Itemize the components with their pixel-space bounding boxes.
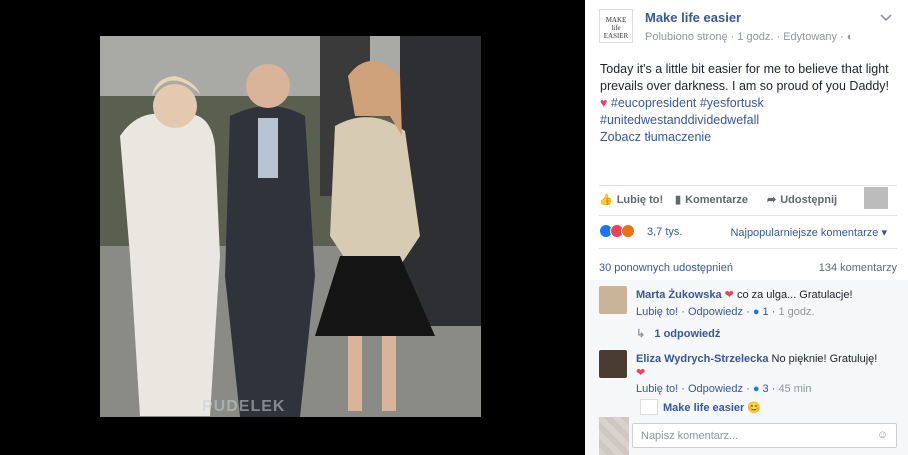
hashtags-line-2[interactable]: #unitedwestanddividedwefall (600, 113, 759, 127)
comment-meta: Lubię to! · Odpowiedz · ● 1 · 1 godz. (636, 306, 815, 318)
emoji-icon: 😊 (747, 402, 762, 414)
comment-sort-dropdown[interactable]: Najpopularniejsze komentarze ▾ (730, 226, 887, 239)
comments-count: 134 komentarzy (818, 262, 897, 274)
post-body: Today it's a little bit easier for me to… (600, 61, 900, 146)
watermark: PUDELEK (202, 398, 286, 415)
comment-input-placeholder: Napisz komentarz... (641, 430, 739, 442)
reply-preview: Make life easier 😊 (663, 401, 761, 415)
page-avatar[interactable] (640, 399, 658, 415)
comment-text: No pięknie! Gratuluję! (771, 353, 878, 365)
shares-count[interactable]: 30 ponownych udostępnień (599, 262, 733, 274)
angry-reaction-icon (621, 224, 635, 238)
see-translation-link[interactable]: Zobacz tłumaczenie (600, 130, 711, 144)
hashtags-line-1[interactable]: #eucopresident #yesfortusk (611, 96, 764, 110)
page-logo-text: MAKE life EASIER (603, 16, 629, 40)
globe-icon: ◐ (846, 31, 854, 43)
reply-author[interactable]: Make life easier (663, 402, 744, 414)
heart-icon: ❤ (636, 367, 646, 379)
divider (599, 248, 897, 249)
comment-reply-link[interactable]: Odpowiedz (688, 383, 743, 395)
comments-section: Marta Żukowska ❤ co za ulga... Gratulacj… (585, 280, 908, 455)
divider (599, 185, 897, 186)
post-meta: Polubiono stronę · 1 godz. · Edytowany ·… (645, 31, 853, 43)
sort-caret-icon: ▾ (881, 227, 887, 239)
speech-bubble-icon: ▮ (675, 194, 682, 206)
post-meta-text: Polubiono stronę · 1 godz. · Edytowany · (645, 31, 847, 43)
chevron-down-icon[interactable] (878, 9, 894, 25)
page-avatar[interactable]: MAKE life EASIER (599, 9, 633, 43)
reply-arrow-icon: ↳ (636, 328, 646, 340)
comment-input[interactable]: Napisz komentarz... ☺ (632, 423, 897, 448)
reactions-summary[interactable]: 3,7 tys. Najpopularniejsze komentarze ▾ (599, 224, 899, 240)
avatar (599, 417, 629, 455)
comment-meta: Lubię to! · Odpowiedz · ● 3 · 45 min (636, 383, 812, 395)
replies-count-label: 1 odpowiedź (654, 328, 721, 340)
reactions-count[interactable]: 3,7 tys. (647, 226, 682, 238)
comment-time: 45 min (778, 383, 812, 395)
comment-reply-link[interactable]: Odpowiedz (688, 306, 743, 318)
comment-like-link[interactable]: Lubię to! (636, 383, 678, 395)
like-label: Lubię to! (616, 193, 664, 206)
comment-reaction-count: 1 (762, 306, 769, 318)
viewer-avatar-placeholder (864, 187, 888, 209)
comment-author[interactable]: Marta Żukowska (636, 289, 722, 301)
page-name-link[interactable]: Make life easier (645, 10, 741, 25)
post-sidebar: MAKE life EASIER Make life easier Polubi… (585, 0, 908, 455)
thumbs-up-icon: 👍 (599, 194, 613, 206)
shares-line: 30 ponownych udostępnień 134 komentarzy (599, 262, 897, 274)
comment-text: co za ulga... Gratulacje! (736, 289, 853, 301)
comment-button[interactable]: ▮ Komentarze (675, 193, 749, 207)
comment-author[interactable]: Eliza Wydrych-Strzelecka (636, 353, 768, 365)
comment-label: Komentarze (685, 193, 749, 206)
emoji-icon[interactable]: ☺ (877, 429, 888, 441)
comment-reaction-count: 3 (762, 383, 769, 395)
divider (599, 215, 897, 216)
post-text: Today it's a little bit easier for me to… (600, 62, 890, 93)
heart-icon: ❤ (724, 289, 734, 301)
like-reaction-icon: ● (752, 383, 760, 395)
like-reaction-icon: ● (752, 306, 760, 318)
comment-time: 1 godz. (778, 306, 815, 318)
comment-like-link[interactable]: Lubię to! (636, 306, 678, 318)
avatar[interactable] (599, 286, 627, 314)
comment-body: Marta Żukowska ❤ co za ulga... Gratulacj… (636, 288, 896, 302)
post-photo[interactable] (100, 36, 481, 417)
like-button[interactable]: 👍 Lubię to! (599, 193, 664, 207)
share-arrow-icon: ➦ (767, 194, 777, 206)
post-actions: 👍 Lubię to! ▮ Komentarze ➦ Udostępnij (599, 190, 899, 210)
share-label: Udostępnij (780, 193, 838, 206)
share-button[interactable]: ➦ Udostępnij (767, 193, 838, 207)
view-replies-link[interactable]: ↳ 1 odpowiedź (636, 327, 720, 340)
photo-illustration (100, 36, 481, 417)
comment-sort-label: Najpopularniejsze komentarze (730, 227, 879, 239)
heart-icon: ♥ (600, 96, 608, 110)
comment-body: Eliza Wydrych-Strzelecka No pięknie! Gra… (636, 352, 896, 380)
photo-viewer (0, 0, 585, 455)
avatar[interactable] (599, 350, 627, 378)
